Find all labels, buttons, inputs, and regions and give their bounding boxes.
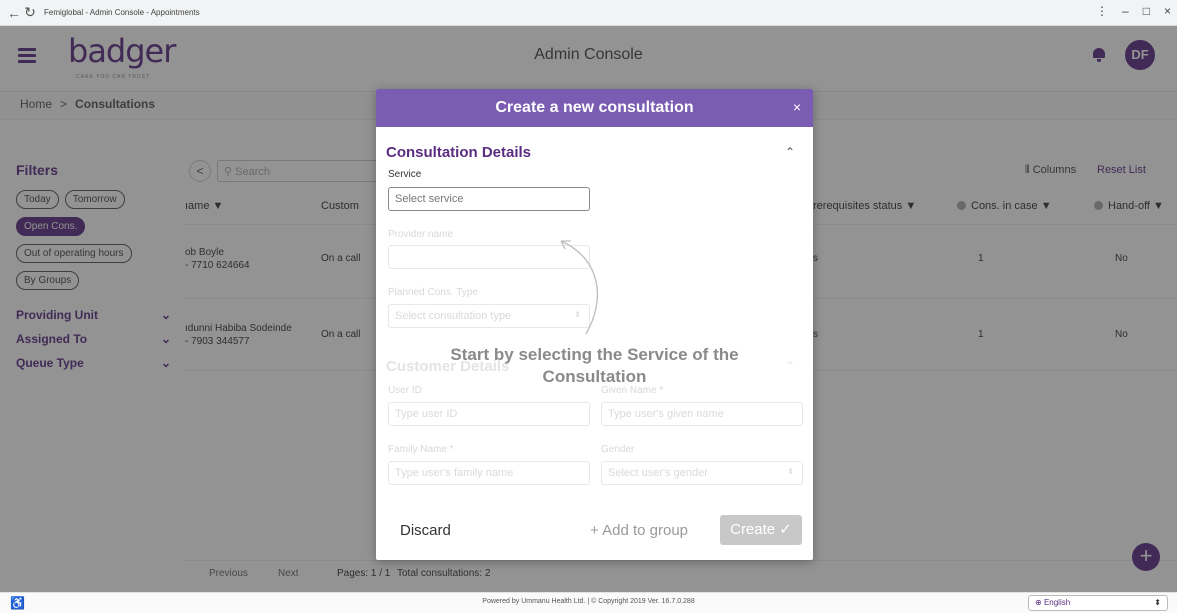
consultation-details-title: Consultation Details — [386, 144, 532, 161]
planned-cons-type-placeholder: Select consultation type — [395, 310, 512, 322]
gender-label: Gender — [601, 444, 635, 455]
user-id-field[interactable]: Type user ID — [388, 402, 590, 426]
planned-cons-type-label: Planned Cons. Type — [388, 287, 478, 298]
family-name-field[interactable]: Type user's family name — [388, 461, 590, 485]
select-arrow-icon: ⬍ — [787, 467, 794, 476]
modal-header: Create a new consultation × — [376, 89, 813, 127]
gender-select[interactable]: Select user's gender ⬍ — [601, 461, 803, 485]
close-icon[interactable]: × — [793, 99, 801, 115]
hint-arrow-icon — [560, 240, 598, 335]
hint-line-1: Start by selecting the Service of the — [450, 345, 739, 364]
language-value: English — [1043, 598, 1071, 607]
service-select[interactable]: Select service — [388, 187, 590, 211]
minimize-icon[interactable]: – — [1122, 4, 1129, 18]
window-controls: ⋮ – □ × — [1096, 4, 1171, 18]
collapse-section-icon[interactable]: ⌃ — [785, 145, 795, 159]
create-button[interactable]: Create ✓ — [720, 515, 802, 545]
onboarding-hint: Start by selecting the Service of the Co… — [376, 344, 813, 388]
provider-name-label: Provider name — [388, 229, 454, 240]
family-name-label: Family Name * — [388, 444, 454, 455]
select-arrow-icon: ⬍ — [1154, 598, 1161, 607]
maximize-icon[interactable]: □ — [1143, 4, 1150, 18]
browser-chrome: ← ↻ Femiglobal - Admin Console - Appoint… — [0, 0, 1177, 26]
copyright-text: Powered by Ummanu Health Ltd. | © Copyri… — [482, 598, 695, 605]
modal-title: Create a new consultation — [495, 99, 694, 116]
browser-menu-icon[interactable]: ⋮ — [1096, 4, 1108, 18]
create-consultation-modal: Create a new consultation × Consultation… — [376, 89, 813, 560]
language-select[interactable]: ⊕ English ⬍ — [1028, 595, 1168, 611]
add-to-group-button[interactable]: + Add to group — [590, 522, 688, 539]
service-label: Service — [388, 169, 422, 180]
back-arrow-icon[interactable]: ← — [6, 5, 22, 21]
discard-button[interactable]: Discard — [400, 522, 451, 539]
reload-icon[interactable]: ↻ — [22, 4, 38, 21]
browser-tab-title: Femiglobal - Admin Console - Appointment… — [44, 8, 200, 17]
gender-placeholder: Select user's gender — [608, 467, 708, 479]
footer: ♿ Powered by Ummanu Health Ltd. | © Copy… — [0, 592, 1177, 613]
hint-line-2: Consultation — [542, 367, 647, 386]
close-window-icon[interactable]: × — [1164, 4, 1171, 18]
given-name-field[interactable]: Type user's given name — [601, 402, 803, 426]
modal-footer: Discard + Add to group Create ✓ — [376, 511, 813, 551]
